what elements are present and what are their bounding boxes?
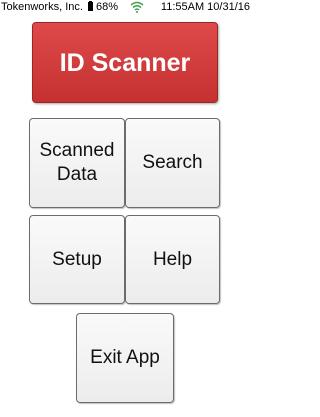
clock-date: 11:55AM 10/31/16 — [160, 1, 250, 13]
id-scanner-button-label: ID Scanner — [59, 48, 191, 77]
carrier-label: Tokenworks, Inc. — [1, 1, 83, 13]
scanned-data-button[interactable]: Scanned Data — [29, 118, 125, 208]
setup-button-label: Setup — [52, 248, 102, 270]
id-scanner-button[interactable]: ID Scanner — [32, 22, 218, 103]
wifi-icon — [130, 1, 144, 13]
status-bar: Tokenworks, Inc. 68% 11:55AM 10/31/16 — [0, 0, 250, 14]
scanned-data-button-label: Scanned Data — [39, 140, 115, 185]
help-button-label: Help — [152, 248, 193, 270]
setup-button[interactable]: Setup — [29, 215, 125, 304]
exit-app-button[interactable]: Exit App — [76, 313, 174, 403]
search-button[interactable]: Search — [125, 118, 220, 208]
battery-icon — [88, 1, 93, 11]
exit-app-button-label: Exit App — [90, 347, 160, 368]
search-button-label: Search — [142, 152, 203, 173]
battery-percentage: 68% — [96, 1, 119, 13]
help-button[interactable]: Help — [125, 215, 220, 304]
